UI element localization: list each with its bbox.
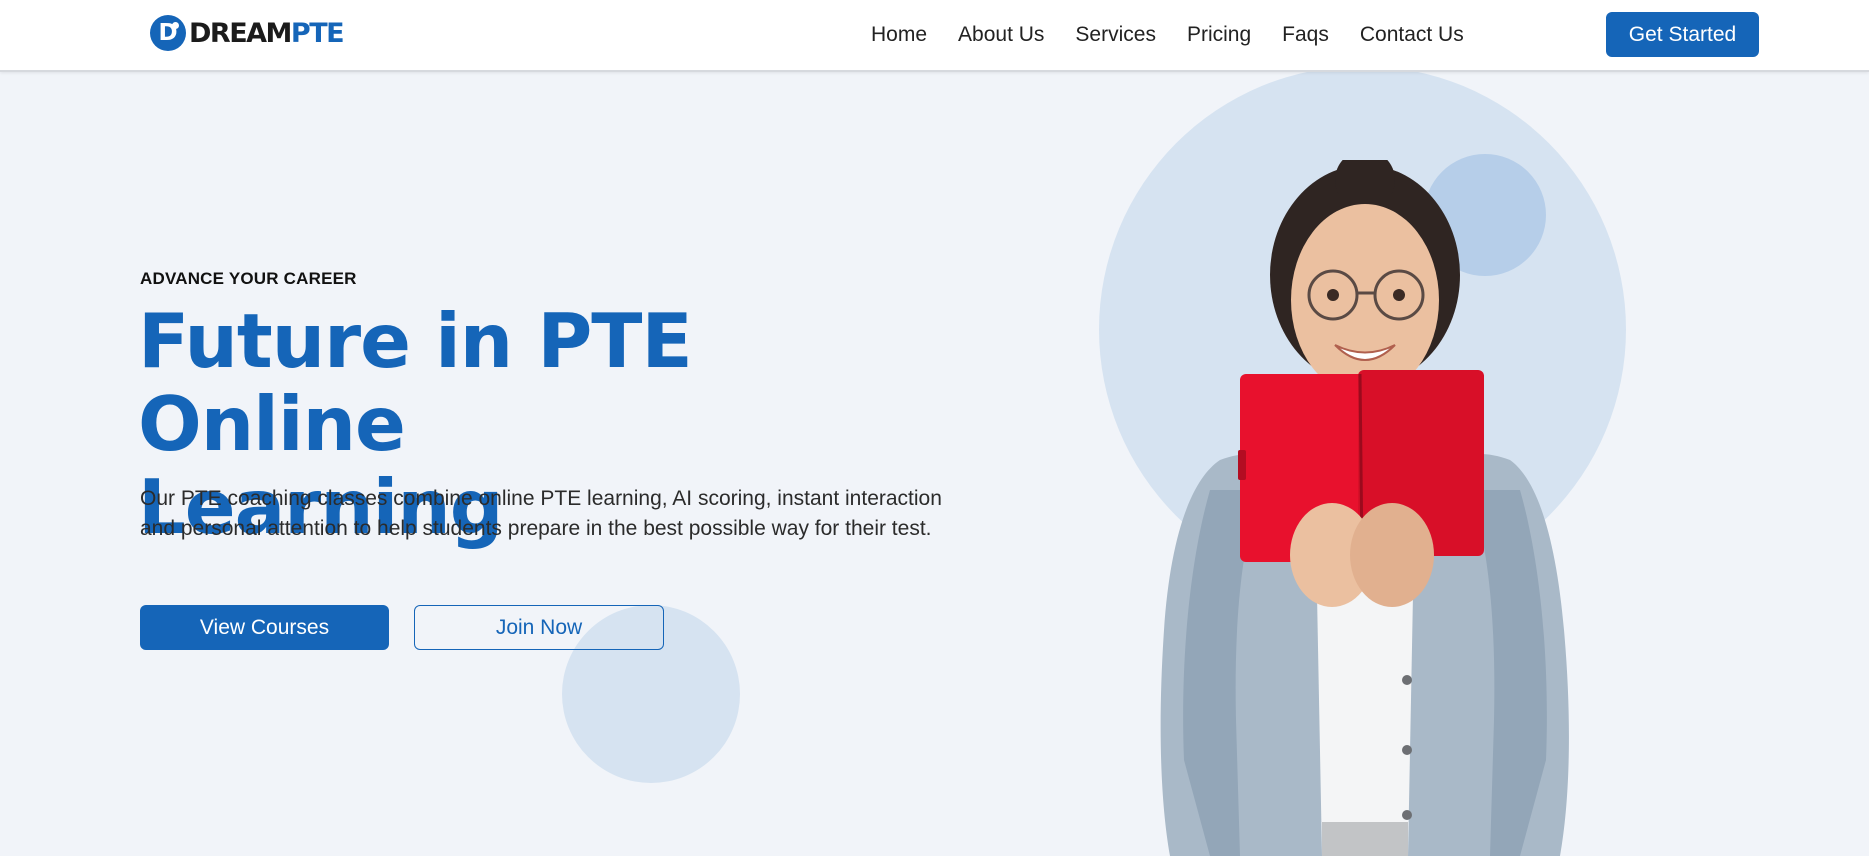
join-now-button[interactable]: Join Now <box>414 605 664 650</box>
nav-link-pricing[interactable]: Pricing <box>1187 20 1251 50</box>
nav-link-faqs[interactable]: Faqs <box>1282 20 1329 50</box>
nav-link-services[interactable]: Services <box>1075 20 1156 50</box>
nav-link-home[interactable]: Home <box>871 20 927 50</box>
logo-mark-dot <box>172 22 179 29</box>
hero-eyebrow: ADVANCE YOUR CAREER <box>140 269 357 288</box>
logo-mark-letter: D <box>158 20 178 46</box>
nav-link-contact-us[interactable]: Contact Us <box>1360 20 1464 50</box>
hero-student-photo <box>1160 160 1569 856</box>
brand-name-part1: DREAM <box>189 17 292 49</box>
brand-name: DREAMPTE <box>189 17 345 49</box>
hero-title-line-1: Future in PTE Online <box>138 297 693 468</box>
main-nav: Home About Us Services Pricing Faqs Cont… <box>871 20 1464 50</box>
circle-d-logo-icon: D <box>150 15 186 51</box>
site-header: D DREAMPTE Home About Us Services Pricin… <box>0 0 1869 72</box>
nav-link-about-us[interactable]: About Us <box>958 20 1044 50</box>
brand-logo[interactable]: D DREAMPTE <box>150 15 345 51</box>
view-courses-button[interactable]: View Courses <box>140 605 389 650</box>
brand-name-part2: PTE <box>290 17 345 49</box>
hero-description: Our PTE coaching classes combine online … <box>140 487 942 540</box>
get-started-button[interactable]: Get Started <box>1606 12 1759 57</box>
